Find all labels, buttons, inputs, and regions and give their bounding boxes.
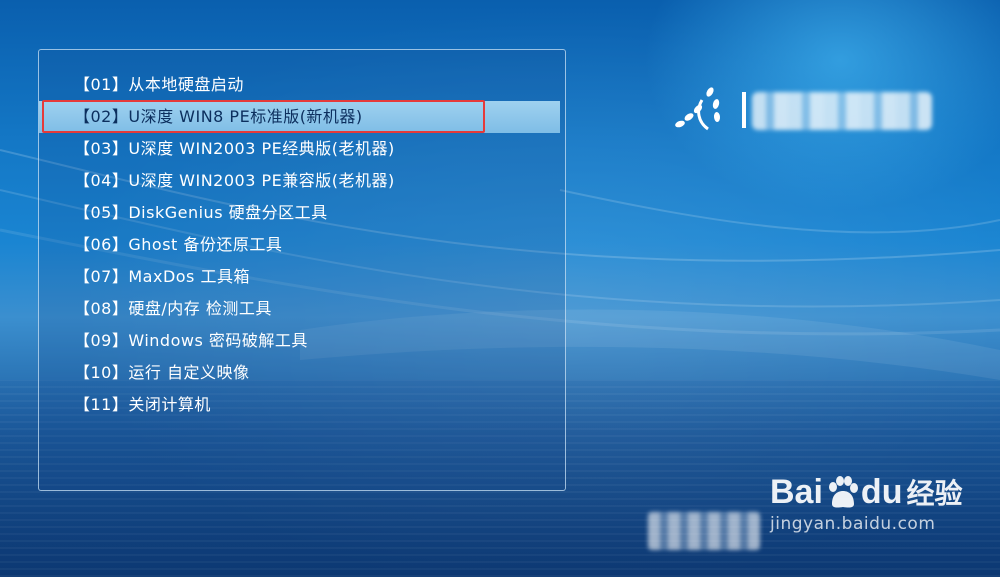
selection-annotation-box bbox=[42, 100, 485, 133]
menu-item-disk-memory-test[interactable]: 【08】硬盘/内存 检测工具 bbox=[39, 293, 565, 325]
blurred-brand-title bbox=[752, 92, 932, 130]
menu-item-windows-password[interactable]: 【09】Windows 密码破解工具 bbox=[39, 325, 565, 357]
baidu-jingyan-watermark: Bai du 经验 jingyan.baidu.com bbox=[770, 472, 1000, 577]
menu-item-shutdown[interactable]: 【11】关闭计算机 bbox=[39, 389, 565, 421]
watermark-du: du bbox=[860, 472, 903, 511]
menu-item-win2003-pe-compatible[interactable]: 【04】U深度 WIN2003 PE兼容版(老机器) bbox=[39, 165, 565, 197]
menu-item-win2003-pe-classic[interactable]: 【03】U深度 WIN2003 PE经典版(老机器) bbox=[39, 133, 565, 165]
menu-item-local-disk-boot[interactable]: 【01】从本地硬盘启动 bbox=[39, 69, 565, 101]
watermark-bai: Bai bbox=[770, 472, 823, 511]
blurred-brand-text bbox=[648, 512, 760, 550]
footprints-logo-icon bbox=[675, 87, 746, 131]
watermark-url: jingyan.baidu.com bbox=[770, 514, 936, 534]
baidu-paw-icon bbox=[828, 476, 858, 508]
menu-item-diskgenius[interactable]: 【05】DiskGenius 硬盘分区工具 bbox=[39, 197, 565, 229]
menu-item-maxdos[interactable]: 【07】MaxDos 工具箱 bbox=[39, 261, 565, 293]
menu-item-custom-image[interactable]: 【10】运行 自定义映像 bbox=[39, 357, 565, 389]
watermark-jingyan: 经验 bbox=[906, 477, 963, 510]
menu-item-ghost[interactable]: 【06】Ghost 备份还原工具 bbox=[39, 229, 565, 261]
